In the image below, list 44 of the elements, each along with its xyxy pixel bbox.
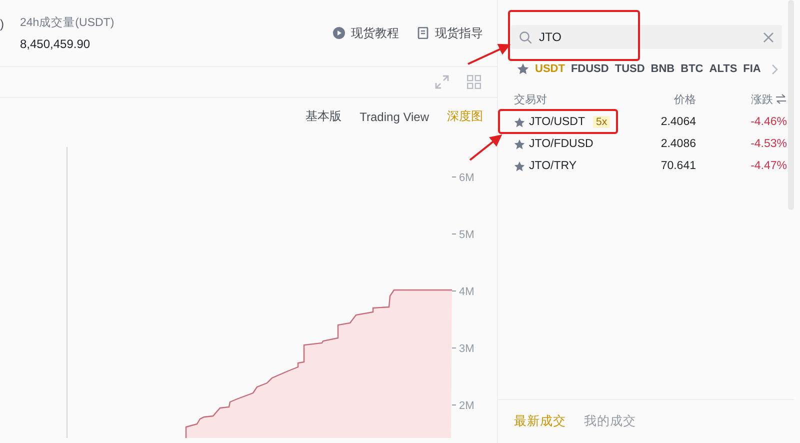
column-header: 价格 [673,92,696,106]
axis-label: 4M [459,286,474,298]
change-cell-text: -4.46% [750,116,787,128]
axis-label: 3M [459,343,474,355]
pair-name[interactable]: JTO/FDUSD [529,138,594,150]
header-text: ) [0,17,4,31]
axis-label: 2M [459,400,474,412]
search-icon [519,30,532,44]
change-cell-text: -4.47% [750,160,787,172]
star-icon[interactable] [514,160,525,172]
chart-view-tab[interactable]: Trading View [360,110,429,124]
quote-tab[interactable]: ALTS [709,63,738,75]
column-header[interactable]: 涨跌 [751,92,773,106]
price-cell-text: 2.4086 [660,138,696,150]
quote-tab[interactable]: FIA [743,63,761,75]
search-input[interactable]: JTO [539,30,756,44]
axis-label: 6M [459,172,474,184]
annotation-arrow [468,44,511,65]
leverage-badge: 5x [593,116,610,128]
document-icon [417,27,429,39]
pair-name[interactable]: JTO/USDT [529,116,586,128]
chart-view-tab[interactable]: 基本版 [306,108,342,126]
star-icon[interactable] [514,138,525,150]
guide-link[interactable]: 现货教程 [333,24,399,42]
close-icon[interactable] [763,32,774,42]
stat-label: 24h成交量(USDT) [20,15,114,30]
star-icon[interactable] [514,116,525,128]
quote-tab[interactable]: TUSD [614,63,645,75]
pair-name[interactable]: JTO/TRY [529,160,576,172]
axis-label: 5M [459,229,474,241]
star-icon[interactable] [517,63,529,75]
price-cell-text: 2.4064 [660,116,696,128]
guide-link[interactable]: 现货指导 [417,24,483,42]
change-cell-text: -4.53% [750,138,787,150]
price-cell-text: 70.641 [660,160,696,172]
annotation-arrow [469,134,502,161]
quote-tab[interactable]: BNB [650,63,675,75]
column-header: 交易对 [514,92,548,106]
quote-tab[interactable]: BTC [680,63,704,75]
quote-tab[interactable]: FDUSD [570,63,609,75]
stat-value: 8,450,459.90 [20,37,92,51]
search-field[interactable]: JTO [511,25,782,49]
swap-icon[interactable] [775,94,787,104]
play-icon [333,27,345,39]
